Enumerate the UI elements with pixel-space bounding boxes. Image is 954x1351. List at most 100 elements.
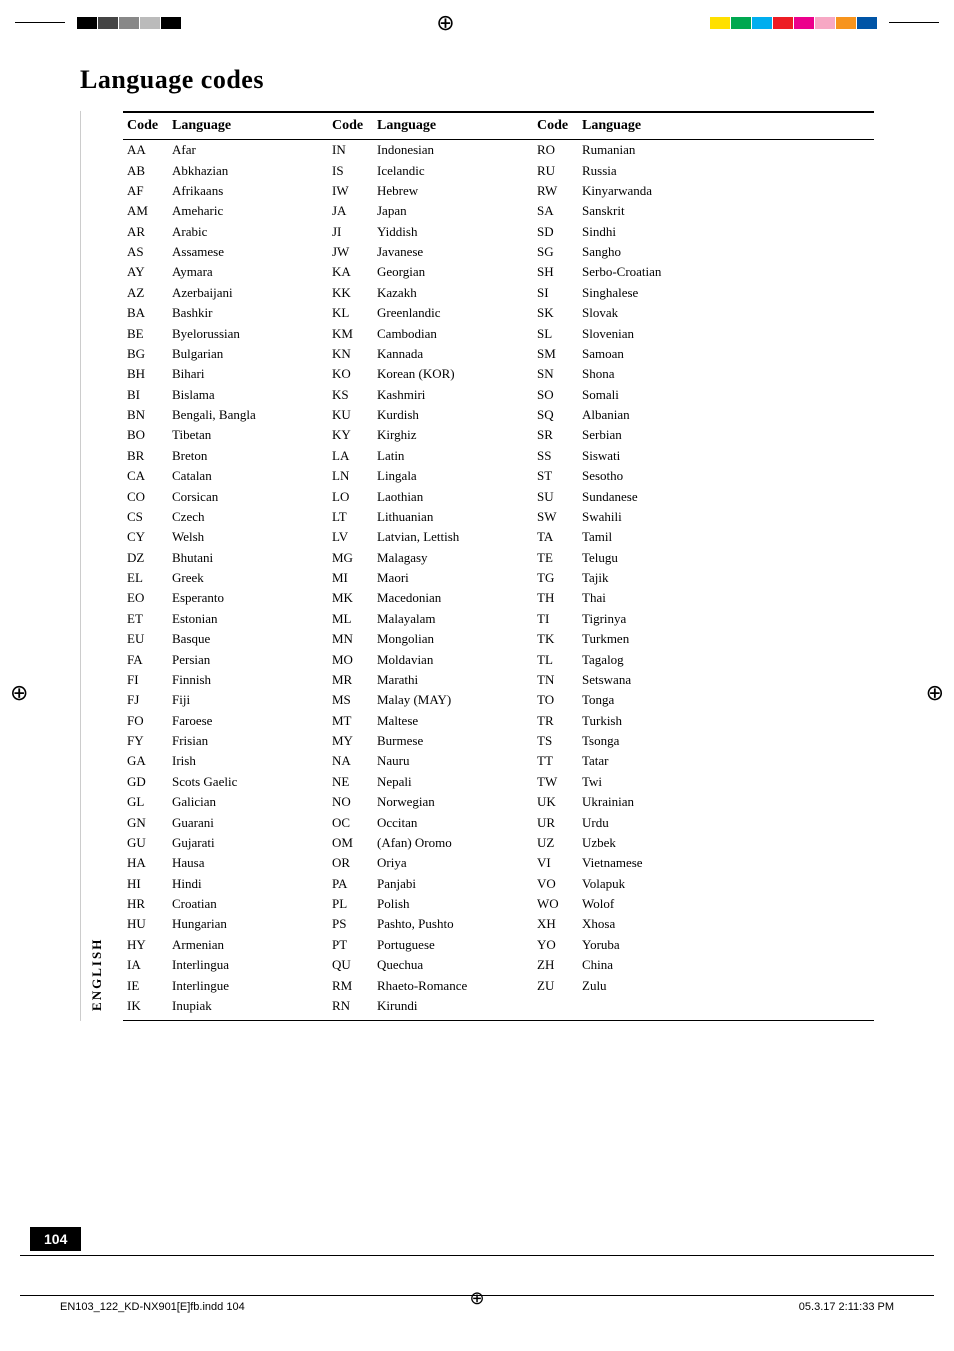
language-cell: Polish xyxy=(373,894,533,914)
color-block-red xyxy=(773,17,793,29)
footer-reg-mark: ⊕ xyxy=(469,1288,484,1309)
table-row: CSCzechLTLithuanianSWSwahili xyxy=(123,507,874,527)
code-cell: HR xyxy=(123,894,168,914)
footer-line-top xyxy=(20,1255,934,1256)
code-cell: GU xyxy=(123,833,168,853)
language-cell: Greenlandic xyxy=(373,303,533,323)
language-cell: Tibetan xyxy=(168,425,328,445)
language-cell: Xhosa xyxy=(578,914,874,934)
code-cell: WO xyxy=(533,894,578,914)
code-cell: EU xyxy=(123,629,168,649)
table-row: AZAzerbaijaniKKKazakhSISinghalese xyxy=(123,283,874,303)
table-row: BRBretonLALatinSSSiswati xyxy=(123,446,874,466)
table-row: GUGujaratiOM(Afan) OromoUZUzbek xyxy=(123,833,874,853)
code-cell: TL xyxy=(533,649,578,669)
language-cell: Czech xyxy=(168,507,328,527)
language-cell: Volapuk xyxy=(578,874,874,894)
language-cell: Sindhi xyxy=(578,222,874,242)
header-reg-mark-center: ⊕ xyxy=(436,10,454,36)
language-cell: Tatar xyxy=(578,751,874,771)
language-cell: Fiji xyxy=(168,690,328,710)
code-cell: NE xyxy=(328,772,373,792)
language-cell: Laothian xyxy=(373,486,533,506)
language-cell: Bislama xyxy=(168,385,328,405)
code-cell: FO xyxy=(123,711,168,731)
table-row: HIHindiPAPanjabiVOVolapuk xyxy=(123,874,874,894)
code-cell: IN xyxy=(328,140,373,161)
code-cell: AZ xyxy=(123,283,168,303)
code-cell: LO xyxy=(328,486,373,506)
code-cell: SW xyxy=(533,507,578,527)
language-cell: Finnish xyxy=(168,670,328,690)
code-cell: AF xyxy=(123,181,168,201)
language-cell: Tamil xyxy=(578,527,874,547)
code-cell: BN xyxy=(123,405,168,425)
code-cell: MS xyxy=(328,690,373,710)
language-cell: Occitan xyxy=(373,812,533,832)
code-cell: MO xyxy=(328,649,373,669)
language-cell: Interlingue xyxy=(168,975,328,995)
code-cell: AB xyxy=(123,160,168,180)
code-cell: TH xyxy=(533,588,578,608)
code-cell: PL xyxy=(328,894,373,914)
header-language1: Language xyxy=(168,112,328,140)
language-cell: Latin xyxy=(373,446,533,466)
page-title: Language codes xyxy=(80,65,874,95)
code-cell: XH xyxy=(533,914,578,934)
language-cell: Greek xyxy=(168,568,328,588)
mark-line-right xyxy=(889,22,939,23)
language-cell: Gujarati xyxy=(168,833,328,853)
code-cell: MK xyxy=(328,588,373,608)
code-cell: LV xyxy=(328,527,373,547)
main-content: Language codes ENGLISH Code Language Cod… xyxy=(0,45,954,1051)
language-cell: Welsh xyxy=(168,527,328,547)
code-cell: MR xyxy=(328,670,373,690)
language-cell: Afar xyxy=(168,140,328,161)
table-row: ETEstonianMLMalayalamTITigrinya xyxy=(123,609,874,629)
code-cell: EO xyxy=(123,588,168,608)
table-header-row: Code Language Code Language Code Languag… xyxy=(123,112,874,140)
code-cell: KO xyxy=(328,364,373,384)
code-cell: RO xyxy=(533,140,578,161)
language-cell: Twi xyxy=(578,772,874,792)
language-cell: Esperanto xyxy=(168,588,328,608)
table-row: BHBihariKOKorean (KOR)SNShona xyxy=(123,364,874,384)
code-cell: HU xyxy=(123,914,168,934)
language-cell: Oriya xyxy=(373,853,533,873)
language-cell: Pashto, Pushto xyxy=(373,914,533,934)
language-cell: Afrikaans xyxy=(168,181,328,201)
language-cell: Swahili xyxy=(578,507,874,527)
code-cell: TG xyxy=(533,568,578,588)
mark-line-left xyxy=(15,22,65,23)
language-cell: Kannada xyxy=(373,344,533,364)
code-cell: TA xyxy=(533,527,578,547)
language-cell: Kazakh xyxy=(373,283,533,303)
code-cell: UR xyxy=(533,812,578,832)
code-cell: SD xyxy=(533,222,578,242)
language-cell: Nauru xyxy=(373,751,533,771)
color-bars-right xyxy=(710,17,877,29)
language-cell: Interlingua xyxy=(168,955,328,975)
code-cell: OC xyxy=(328,812,373,832)
code-cell: MN xyxy=(328,629,373,649)
code-cell: SR xyxy=(533,425,578,445)
language-cell: Norwegian xyxy=(373,792,533,812)
footer-date-info: 05.3.17 2:11:33 PM xyxy=(799,1301,894,1313)
code-cell: KL xyxy=(328,303,373,323)
code-cell: BG xyxy=(123,344,168,364)
table-row: AYAymaraKAGeorgianSHSerbo-Croatian xyxy=(123,262,874,282)
code-cell: UK xyxy=(533,792,578,812)
language-cell: Catalan xyxy=(168,466,328,486)
code-cell: HA xyxy=(123,853,168,873)
language-cell: Kinyarwanda xyxy=(578,181,874,201)
code-cell: TT xyxy=(533,751,578,771)
language-table: Code Language Code Language Code Languag… xyxy=(123,111,874,1021)
table-row: ASAssameseJWJavaneseSGSangho xyxy=(123,242,874,262)
language-cell: Hungarian xyxy=(168,914,328,934)
code-cell: UZ xyxy=(533,833,578,853)
language-cell: Turkish xyxy=(578,711,874,731)
table-row: FYFrisianMYBurmeseTSTsonga xyxy=(123,731,874,751)
language-cell: Malay (MAY) xyxy=(373,690,533,710)
language-cell: Vietnamese xyxy=(578,853,874,873)
code-cell: LN xyxy=(328,466,373,486)
